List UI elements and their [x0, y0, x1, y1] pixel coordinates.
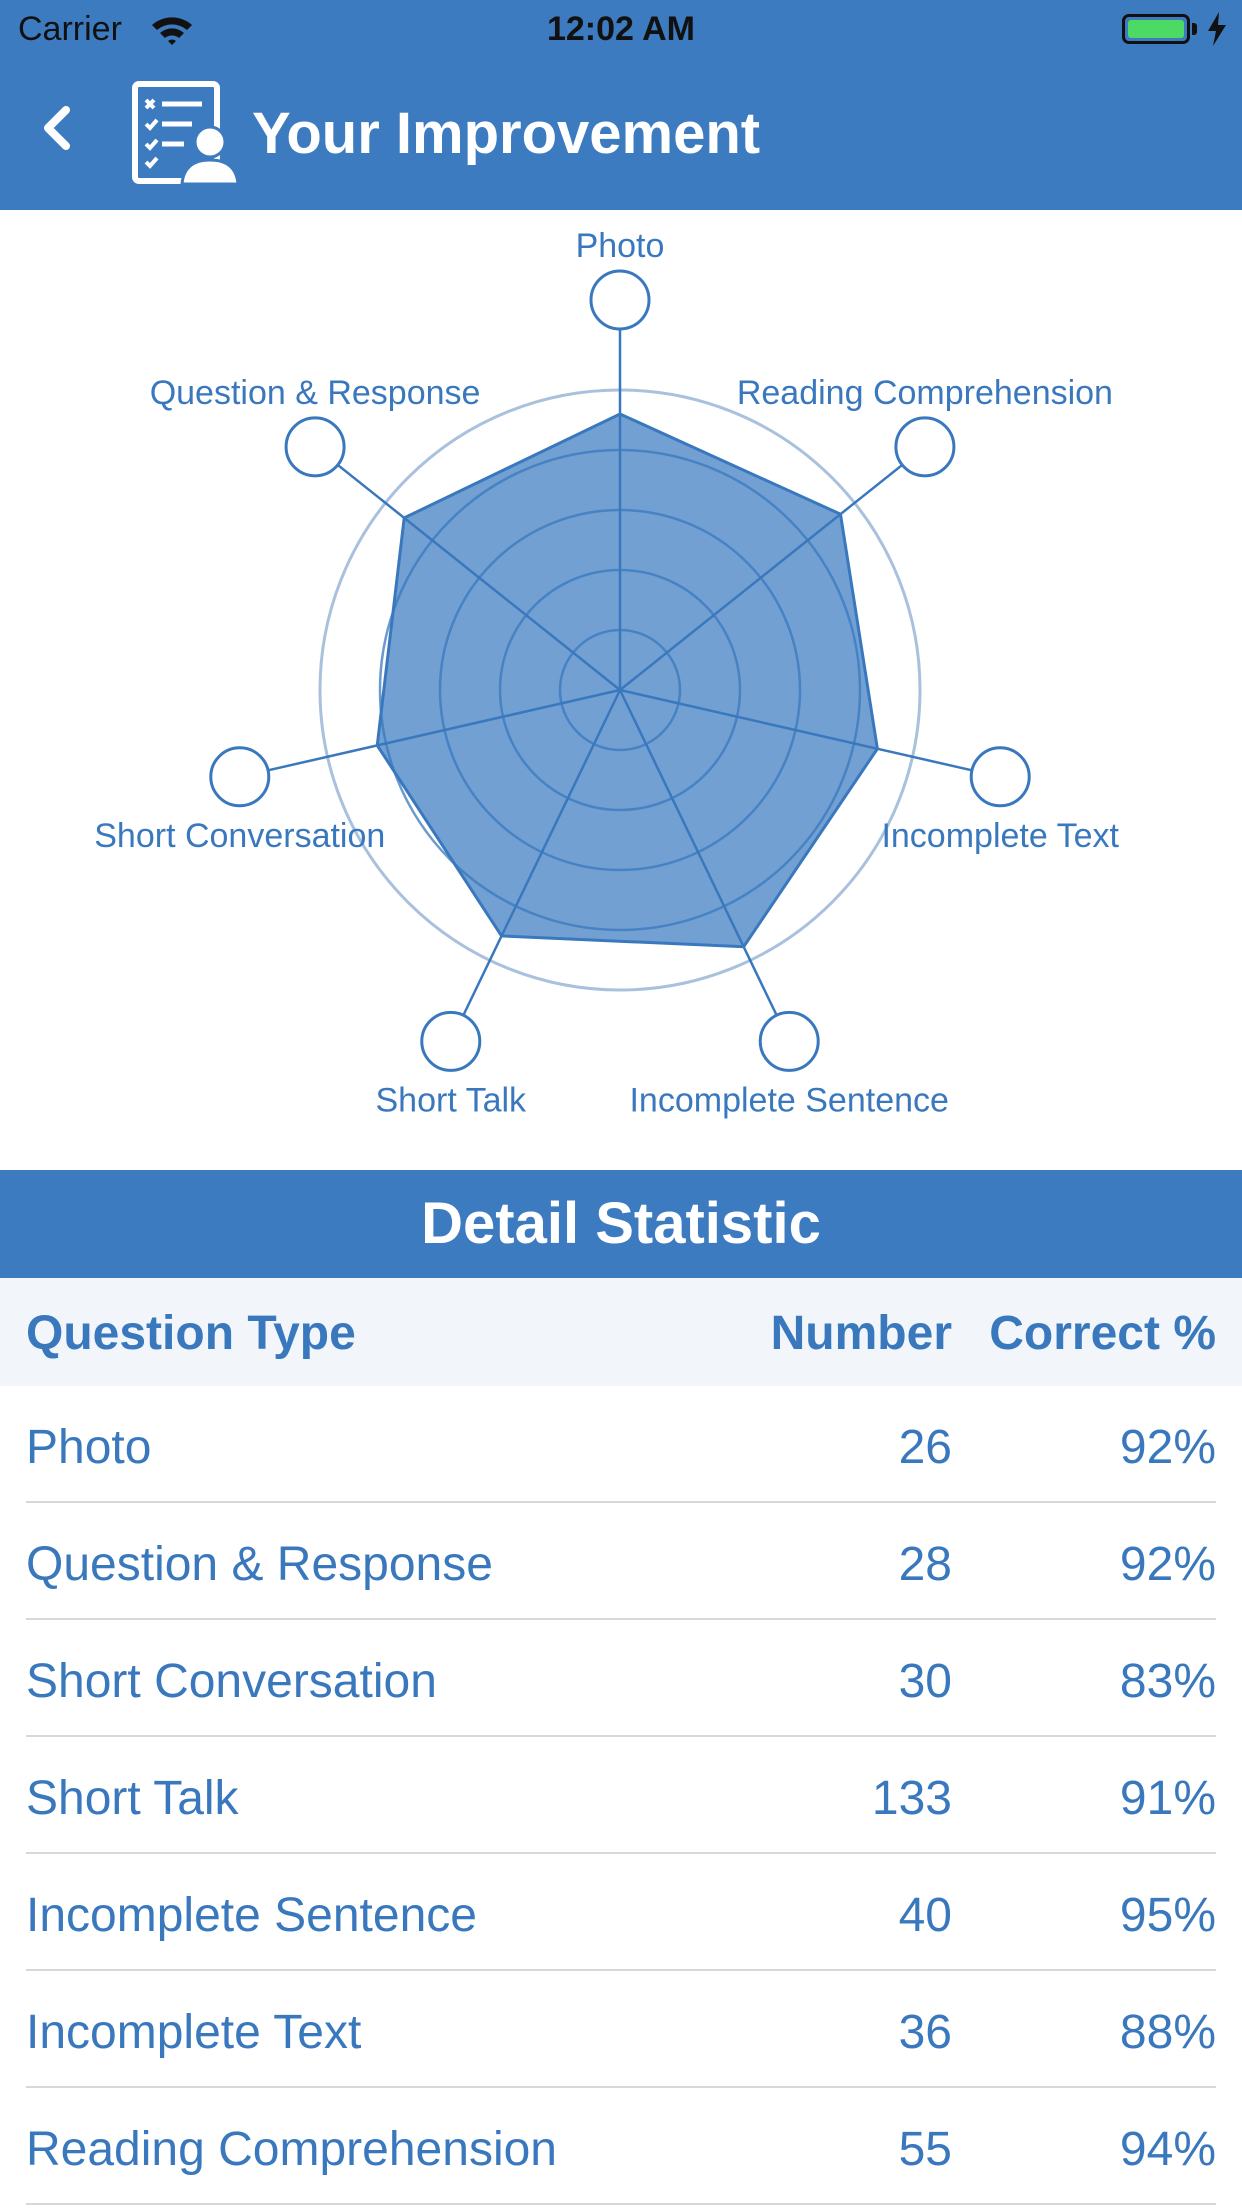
axis-node: [589, 269, 651, 331]
row-divider: [26, 2203, 1216, 2205]
radar-chart: Photo Reading Comprehension Incomplete Tex…: [0, 210, 1242, 1170]
axis-node: [894, 416, 956, 478]
row-type: Reading Comprehension: [26, 2123, 557, 2176]
header-number: Number: [770, 1307, 952, 1360]
table-row[interactable]: Incomplete Text 36 88%: [0, 1971, 1242, 2088]
row-type: Incomplete Sentence: [26, 1889, 477, 1942]
axis-label: Question & Response: [150, 374, 481, 412]
row-number: 28: [898, 1538, 952, 1591]
row-type: Short Conversation: [26, 1655, 437, 1708]
status-bar: Carrier 12:02 AM: [0, 0, 1242, 60]
section-title: Detail Statistic: [0, 1170, 1242, 1278]
axis-node: [420, 1010, 482, 1072]
table-row[interactable]: Short Talk 133 91%: [0, 1737, 1242, 1854]
back-button[interactable]: [30, 98, 90, 158]
table-row[interactable]: Incomplete Sentence 40 95%: [0, 1854, 1242, 1971]
row-number: 40: [898, 1889, 952, 1942]
header-correct: Correct %: [989, 1307, 1216, 1360]
row-type: Question & Response: [26, 1538, 493, 1591]
row-correct: 88%: [1119, 2006, 1216, 2059]
row-number: 55: [898, 2123, 952, 2176]
axis-label: Short Talk: [376, 1081, 528, 1119]
row-correct: 92%: [1119, 1538, 1216, 1591]
row-number: 26: [898, 1421, 952, 1474]
row-type: Incomplete Text: [26, 2006, 362, 2059]
row-correct: 92%: [1119, 1421, 1216, 1474]
row-correct: 95%: [1119, 1889, 1216, 1942]
axis-label: Reading Comprehension: [737, 374, 1113, 412]
row-number: 36: [898, 2006, 952, 2059]
row-correct: 91%: [1119, 1772, 1216, 1825]
top-bar: Carrier 12:02 AM Your Improvement: [0, 0, 1242, 210]
axis-label: Photo: [576, 227, 665, 265]
data-polygon: [375, 412, 879, 949]
row-type: Photo: [26, 1421, 152, 1474]
table-row[interactable]: Photo 26 92%: [0, 1386, 1242, 1503]
row-type: Short Talk: [26, 1772, 239, 1825]
page-title: Your Improvement: [252, 101, 761, 166]
table-row[interactable]: Reading Comprehension 55 94%: [0, 2088, 1242, 2205]
report-icon: [130, 80, 240, 190]
navigation-bar: Your Improvement: [0, 60, 1242, 210]
row-correct: 83%: [1119, 1655, 1216, 1708]
charging-icon: [1206, 12, 1228, 55]
table-row[interactable]: Question & Response 28 92%: [0, 1503, 1242, 1620]
axis-node: [209, 746, 271, 808]
chevron-left-icon: [44, 106, 70, 150]
axis-label: Incomplete Text: [881, 817, 1119, 855]
row-number: 133: [871, 1772, 952, 1825]
table-row[interactable]: Short Conversation 30 83%: [0, 1620, 1242, 1737]
battery-icon: [1122, 14, 1190, 44]
row-correct: 94%: [1119, 2123, 1216, 2176]
statistics-table: Photo 26 92% Question & Response 28 92% …: [0, 1386, 1242, 2205]
radar-chart-svg: Photo Reading Comprehension Incomplete Tex…: [94, 227, 1119, 1119]
header-question-type: Question Type: [26, 1307, 356, 1360]
axis-label: Short Conversation: [94, 817, 385, 855]
axis-node: [284, 416, 346, 478]
row-number: 30: [898, 1655, 952, 1708]
status-time: 12:02 AM: [546, 10, 696, 48]
axis-label: Incomplete Sentence: [629, 1081, 948, 1119]
table-header: Question Type Number Correct %: [0, 1278, 1242, 1386]
axis-node: [758, 1010, 820, 1072]
axis-node: [969, 746, 1031, 808]
